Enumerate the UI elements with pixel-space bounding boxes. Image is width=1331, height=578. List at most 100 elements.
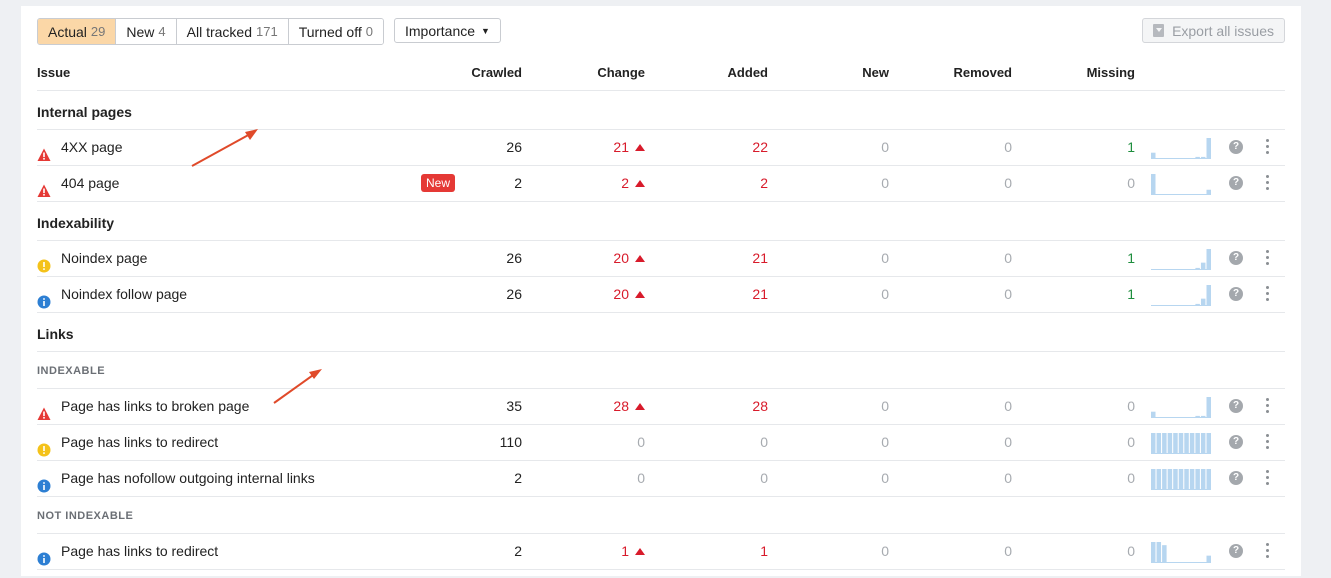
col-missing[interactable]: Missing [1072,56,1135,90]
change-cell[interactable]: 20 [572,277,645,311]
more-menu-icon[interactable] [1266,398,1270,414]
new-value[interactable]: 0 [827,130,889,164]
added-value[interactable]: 0 [702,425,768,459]
tab-actual[interactable]: Actual 29 [38,19,117,44]
table-row[interactable]: 404 page New 2 2 2 0 0 0? [37,166,1285,202]
crawled-value[interactable]: 26 [457,241,522,275]
more-menu-icon[interactable] [1266,286,1270,302]
export-all-button[interactable]: Export all issues [1142,18,1285,43]
issue-name[interactable]: 404 page [61,166,119,200]
change-cell[interactable]: 0 [572,461,645,495]
group-header: Internal pages [37,91,1285,130]
removed-value[interactable]: 0 [947,461,1012,495]
more-menu-icon[interactable] [1266,470,1270,486]
added-value[interactable]: 1 [702,534,768,568]
new-value[interactable]: 0 [827,461,889,495]
help-icon[interactable]: ? [1229,435,1243,449]
col-new[interactable]: New [827,56,889,90]
removed-value[interactable]: 0 [947,277,1012,311]
added-value[interactable]: 0 [702,461,768,495]
table-row[interactable]: Page has links to broken page 35 28 28 0 0 0? [37,389,1285,425]
removed-value[interactable]: 0 [947,425,1012,459]
help-icon[interactable]: ? [1229,399,1243,413]
removed-value[interactable]: 0 [947,130,1012,164]
added-value[interactable]: 2 [702,166,768,200]
removed-value[interactable]: 0 [947,534,1012,568]
crawled-value[interactable]: 110 [457,425,522,459]
issue-name[interactable]: Noindex page [61,241,147,275]
more-menu-icon[interactable] [1266,434,1270,450]
help-icon[interactable]: ? [1229,140,1243,154]
table-row[interactable]: Page has nofollow outgoing internal link… [37,461,1285,497]
table-header: Issue Crawled Change Added New Removed M… [37,56,1285,91]
table-row[interactable]: Noindex follow page 26 20 21 0 0 1? [37,277,1285,313]
new-value[interactable]: 0 [827,534,889,568]
sparkline-bar [1151,411,1156,418]
sparkline-bar [1206,555,1211,563]
issue-name[interactable]: Page has nofollow outgoing internal link… [61,461,315,495]
missing-value[interactable]: 0 [1072,425,1135,459]
table-row[interactable]: Noindex page 26 20 21 0 0 1? [37,241,1285,277]
help-icon[interactable]: ? [1229,544,1243,558]
more-menu-icon[interactable] [1266,175,1270,191]
col-removed[interactable]: Removed [947,56,1012,90]
change-cell[interactable]: 1 [572,534,645,568]
col-issue[interactable]: Issue [37,56,70,90]
change-value: 0 [637,470,645,486]
more-menu-icon[interactable] [1266,543,1270,559]
new-value[interactable]: 0 [827,241,889,275]
missing-value[interactable]: 0 [1072,461,1135,495]
sparkline-bar [1195,415,1200,418]
missing-value[interactable]: 1 [1072,277,1135,311]
tab-new[interactable]: New 4 [116,19,177,44]
issue-name[interactable]: 4XX page [61,130,123,164]
change-value: 28 [613,398,629,414]
removed-value[interactable]: 0 [947,389,1012,423]
added-value[interactable]: 28 [702,389,768,423]
col-change[interactable]: Change [572,56,645,90]
col-crawled[interactable]: Crawled [457,56,522,90]
more-menu-icon[interactable] [1266,139,1270,155]
sparkline-bar [1178,469,1184,490]
new-value[interactable]: 0 [827,389,889,423]
added-value[interactable]: 21 [702,241,768,275]
help-icon[interactable]: ? [1229,471,1243,485]
new-value[interactable]: 0 [827,166,889,200]
more-menu-icon[interactable] [1266,250,1270,266]
crawled-value[interactable]: 2 [457,534,522,568]
crawled-value[interactable]: 2 [457,166,522,200]
added-value[interactable]: 22 [702,130,768,164]
missing-value[interactable]: 0 [1072,389,1135,423]
change-cell[interactable]: 0 [572,425,645,459]
help-icon[interactable]: ? [1229,176,1243,190]
change-cell[interactable]: 21 [572,130,645,164]
issue-name[interactable]: Page has links to redirect [61,534,218,568]
crawled-value[interactable]: 2 [457,461,522,495]
crawled-value[interactable]: 26 [457,130,522,164]
sparkline-bar [1184,469,1189,490]
table-row[interactable]: Page has links to redirect 110 0 0 0 0 0? [37,425,1285,461]
change-cell[interactable]: 20 [572,241,645,275]
removed-value[interactable]: 0 [947,241,1012,275]
missing-value[interactable]: 0 [1072,534,1135,568]
missing-value[interactable]: 0 [1072,166,1135,200]
tab-all-tracked[interactable]: All tracked 171 [176,19,289,44]
col-added[interactable]: Added [702,56,768,90]
missing-value[interactable]: 1 [1072,241,1135,275]
change-cell[interactable]: 2 [572,166,645,200]
crawled-value[interactable]: 35 [457,389,522,423]
tab-turned-off[interactable]: Turned off 0 [288,19,383,44]
added-value[interactable]: 21 [702,277,768,311]
removed-value[interactable]: 0 [947,166,1012,200]
help-icon[interactable]: ? [1229,287,1243,301]
issue-name[interactable]: Page has links to broken page [61,389,249,423]
issue-name[interactable]: Noindex follow page [61,277,187,311]
new-value[interactable]: 0 [827,277,889,311]
crawled-value[interactable]: 26 [457,277,522,311]
help-icon[interactable]: ? [1229,251,1243,265]
issue-name[interactable]: Page has links to redirect [61,425,218,459]
missing-value[interactable]: 1 [1072,130,1135,164]
importance-dropdown[interactable]: Importance ▼ [393,18,501,43]
change-cell[interactable]: 28 [572,389,645,423]
new-value[interactable]: 0 [827,425,889,459]
